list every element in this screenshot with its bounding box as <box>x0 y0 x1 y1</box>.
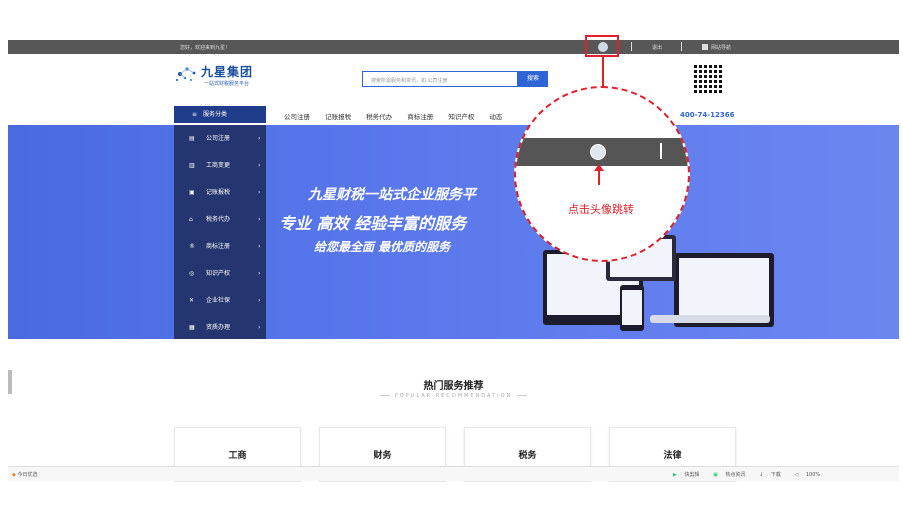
menu-icon: ≡ <box>192 111 198 118</box>
browser-viewport: 您好，欢迎来到九星！ 退出 网站导航 九星集团 一站式财税服务平台 搜索所需服务… <box>8 37 899 482</box>
chevron-right-icon: › <box>258 135 261 142</box>
section-title: 热门服务推荐 <box>423 381 484 392</box>
ledger-icon: ▣ <box>189 189 195 196</box>
chevron-right-icon: › <box>258 270 261 277</box>
chevron-right-icon: › <box>258 324 261 331</box>
nav-item-news[interactable]: 动态 <box>489 113 502 121</box>
banner-headline: 九星财税一站式企业服务平 <box>308 187 476 203</box>
category-menu-header[interactable]: ≡ 服务分类 <box>174 106 266 123</box>
search-input[interactable]: 搜索所需服务和资讯，如 公司注册 <box>362 71 518 87</box>
side-item-ip[interactable]: ◎ 知识产权 › <box>174 260 266 287</box>
top-bar: 您好，欢迎来到九星！ 退出 网站导航 <box>8 40 899 54</box>
divider <box>631 42 632 51</box>
zoom-callout: 点击头像跳转 <box>514 86 690 262</box>
status-item-hot-news[interactable]: ▣ 热点资讯 <box>713 472 751 478</box>
logo-stars-icon <box>176 67 196 81</box>
status-right: ▶ 快剪辑 ▣ 热点资讯 ↓ 下载 ◁ 100% <box>673 471 832 478</box>
status-left-label[interactable]: ◆ 今日优选 <box>12 471 37 478</box>
certificate-icon: ▦ <box>189 324 195 331</box>
side-item-tax-agency[interactable]: ⌂ 税务代办 › <box>174 206 266 233</box>
main-nav: ≡ 服务分类 公司注册 记账报税 税务代办 商标注册 知识产权 动态 400-74… <box>8 104 899 124</box>
annotation-arrow-up <box>594 164 604 185</box>
search-button[interactable]: 搜索 <box>518 71 548 87</box>
file-icon: ▥ <box>189 162 195 169</box>
status-item-zoom[interactable]: ◁ 100% <box>794 472 826 478</box>
tools-icon: ✕ <box>189 297 195 304</box>
grid-icon <box>702 44 708 50</box>
nav-items: 公司注册 记账报税 税务代办 商标注册 知识产权 动态 <box>284 111 515 121</box>
banner-subline: 给您最全面 最优质的服务 <box>314 240 451 254</box>
chevron-right-icon: › <box>258 216 261 223</box>
logo-title[interactable]: 九星集团 <box>201 63 253 80</box>
chevron-right-icon: › <box>258 297 261 304</box>
database-icon: ◎ <box>189 270 195 277</box>
zoomed-divider <box>660 143 662 159</box>
nav-item-tax-agency[interactable]: 税务代办 <box>366 113 392 121</box>
logo-subtitle: 一站式财税服务平台 <box>204 81 250 87</box>
status-item-download[interactable]: ↓ 下载 <box>759 472 787 478</box>
laptop-base-illustration <box>650 315 770 323</box>
chevron-right-icon: › <box>258 243 261 250</box>
download-icon: ↓ <box>759 472 764 478</box>
side-item-bookkeeping[interactable]: ▣ 记账报税 › <box>174 179 266 206</box>
trademark-icon: ® <box>189 243 195 250</box>
side-item-qualification[interactable]: ▦ 资质办理 › <box>174 314 266 339</box>
document-icon: ▤ <box>189 135 195 142</box>
nav-item-trademark[interactable]: 商标注册 <box>407 113 433 121</box>
speaker-icon: ◁ <box>794 472 799 478</box>
nav-item-ip[interactable]: 知识产权 <box>448 113 474 121</box>
site-nav-link[interactable]: 网站导航 <box>711 44 731 51</box>
side-item-company-register[interactable]: ▤ 公司注册 › <box>174 125 266 152</box>
side-item-business-change[interactable]: ▥ 工商变更 › <box>174 152 266 179</box>
chevron-right-icon: › <box>258 189 261 196</box>
hero-banner[interactable]: ▤ 公司注册 › ▥ 工商变更 › ▣ 记账报税 › ⌂ 税务代办 › ® 商标注册 › ◎ 知识产权… <box>8 125 899 339</box>
side-item-social-security[interactable]: ✕ 企业社保 › <box>174 287 266 314</box>
bank-icon: ⌂ <box>189 216 193 223</box>
news-icon: ▣ <box>713 472 718 478</box>
play-icon: ▶ <box>673 472 677 478</box>
divider <box>681 42 682 51</box>
qr-code-icon <box>692 63 722 93</box>
carousel-dots[interactable] <box>448 330 466 339</box>
service-side-menu: ▤ 公司注册 › ▥ 工商变更 › ▣ 记账报税 › ⌂ 税务代办 › ® 商标注册 › ◎ 知识产权… <box>174 125 266 339</box>
phone-illustration <box>620 285 644 331</box>
section-subtitle: POPULAR RECOMMENDATION <box>8 393 899 399</box>
status-item-quick-edit[interactable]: ▶ 快剪辑 <box>673 472 705 478</box>
nav-item-company-register[interactable]: 公司注册 <box>284 113 310 121</box>
annotation-text: 点击头像跳转 <box>568 203 634 216</box>
browser-status-bar: ◆ 今日优选 ▶ 快剪辑 ▣ 热点资讯 ↓ 下载 ◁ 100% <box>8 466 899 481</box>
flame-icon: ◆ <box>12 472 16 478</box>
hotline-number: 400-74-12366 <box>680 111 735 119</box>
logout-link[interactable]: 退出 <box>652 44 662 51</box>
category-label: 服务分类 <box>203 111 228 118</box>
side-item-trademark[interactable]: ® 商标注册 › <box>174 233 266 260</box>
greeting-text: 您好，欢迎来到九星！ <box>180 45 231 51</box>
nav-item-bookkeeping[interactable]: 记账报税 <box>325 113 351 121</box>
banner-tagline: 专业 高效 经验丰富的服务 <box>279 214 467 233</box>
zoomed-avatar-icon <box>590 144 606 160</box>
chevron-right-icon: › <box>258 162 261 169</box>
avatar-highlight-box <box>585 35 619 57</box>
